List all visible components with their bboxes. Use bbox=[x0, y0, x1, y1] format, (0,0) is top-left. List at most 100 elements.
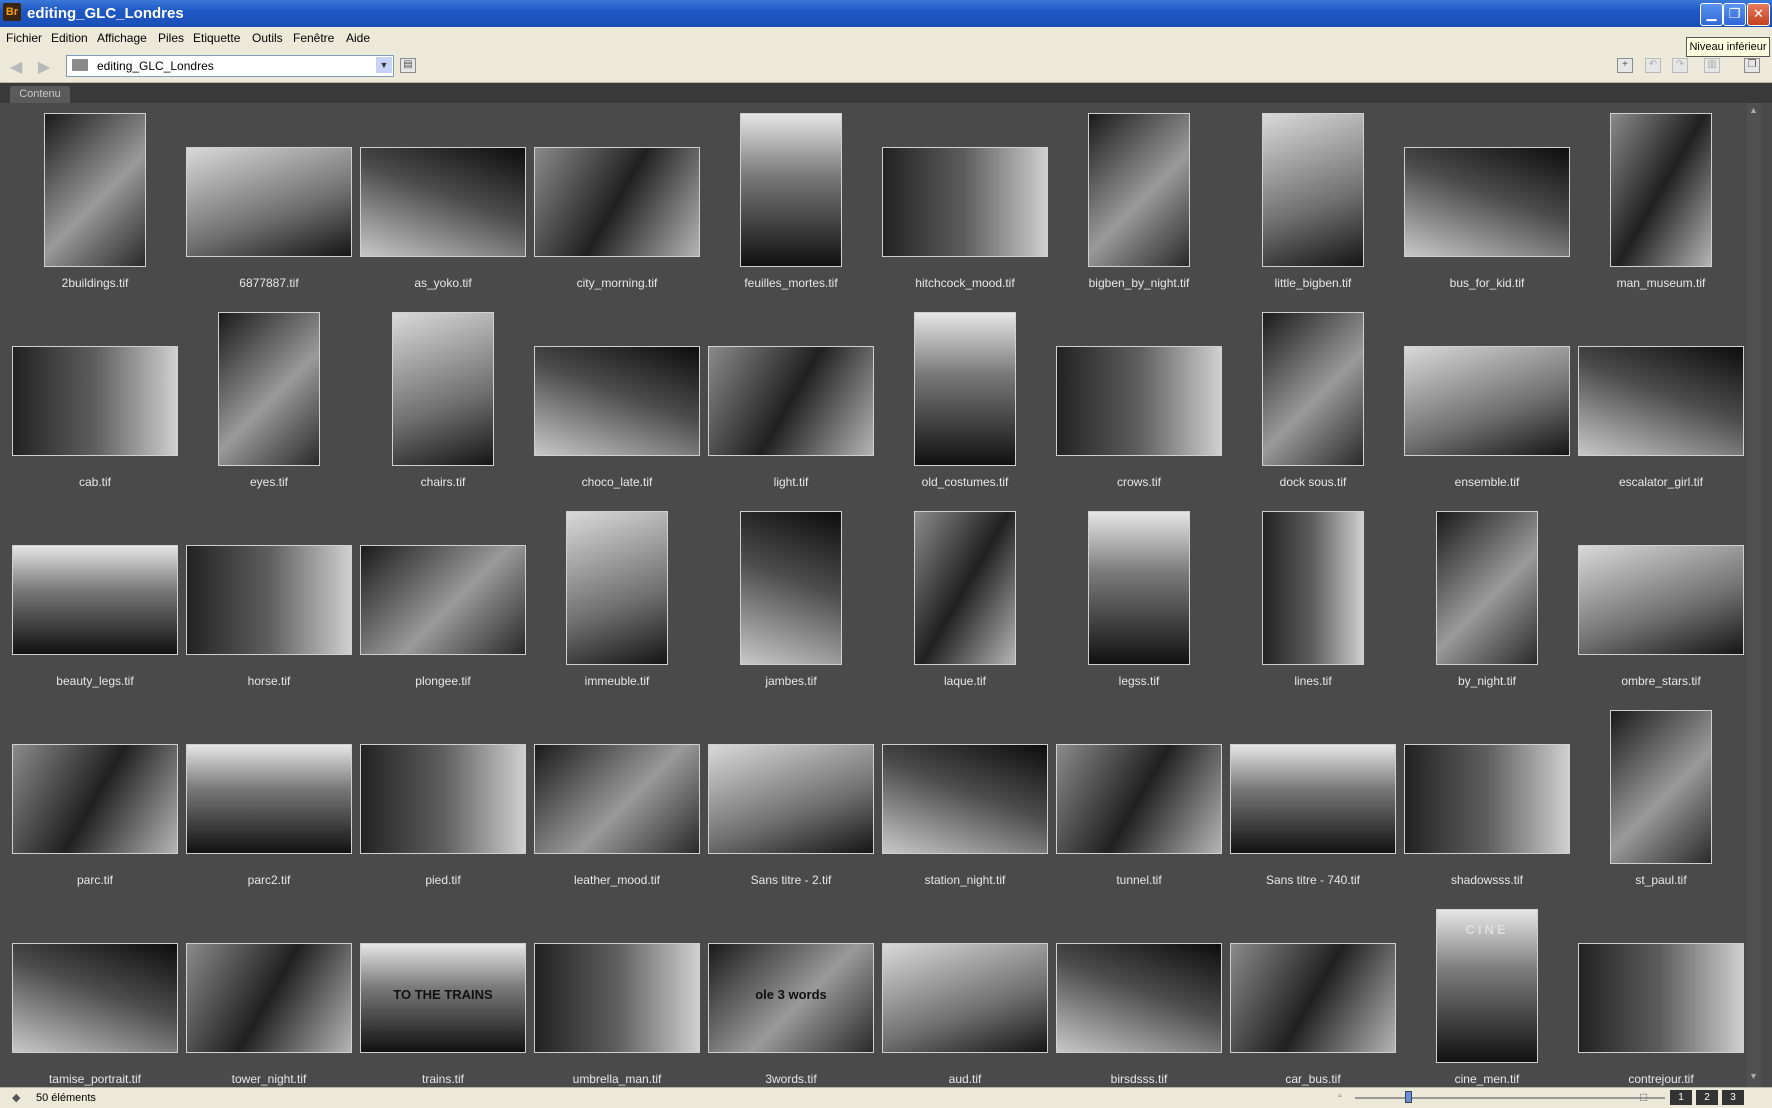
menu-edition[interactable]: Edition bbox=[51, 31, 88, 45]
thumbnail-image[interactable] bbox=[1436, 511, 1538, 665]
thumbnail-image[interactable] bbox=[1578, 545, 1744, 655]
thumbnail-image[interactable] bbox=[882, 147, 1048, 257]
thumbnail-cell[interactable]: car_bus.tif bbox=[1226, 899, 1400, 1099]
thumbnail-image[interactable] bbox=[186, 943, 352, 1053]
menu-fichier[interactable]: Fichier bbox=[6, 31, 42, 45]
thumbnail-image[interactable] bbox=[914, 312, 1016, 466]
path-selector[interactable]: editing_GLC_Londres ▼ bbox=[66, 55, 394, 77]
thumbnail-image[interactable] bbox=[1230, 943, 1396, 1053]
scroll-down-icon[interactable]: ▼ bbox=[1749, 1071, 1758, 1081]
thumbnail-image[interactable] bbox=[1404, 147, 1570, 257]
filter-icon[interactable]: ◆ bbox=[12, 1091, 20, 1104]
thumbnail-cell[interactable]: tower_night.tif bbox=[182, 899, 356, 1099]
thumbnail-cell[interactable]: birsdsss.tif bbox=[1052, 899, 1226, 1099]
view-button-1[interactable]: 1 bbox=[1670, 1090, 1692, 1105]
maximize-button[interactable]: ❐ bbox=[1723, 3, 1746, 26]
thumbnail-cell[interactable]: bigben_by_night.tif bbox=[1052, 103, 1226, 303]
thumbnail-image[interactable] bbox=[882, 943, 1048, 1053]
thumbnail-cell[interactable]: immeuble.tif bbox=[530, 501, 704, 701]
thumbnail-image[interactable] bbox=[566, 511, 668, 665]
thumbnail-cell[interactable]: parc2.tif bbox=[182, 700, 356, 900]
thumbnail-cell[interactable]: tamise_portrait.tif bbox=[8, 899, 182, 1099]
rotate-left-icon[interactable]: ↶ bbox=[1645, 58, 1661, 73]
thumbnail-image[interactable]: ole 3 words bbox=[708, 943, 874, 1053]
view-button-3[interactable]: 3 bbox=[1722, 1090, 1744, 1105]
thumbnail-cell[interactable]: hitchcock_mood.tif bbox=[878, 103, 1052, 303]
view-button-2[interactable]: 2 bbox=[1696, 1090, 1718, 1105]
thumbnail-cell[interactable]: station_night.tif bbox=[878, 700, 1052, 900]
forward-arrow-icon[interactable]: ▶ bbox=[38, 57, 50, 77]
thumbnail-cell[interactable]: parc.tif bbox=[8, 700, 182, 900]
thumbnail-image[interactable] bbox=[1404, 346, 1570, 456]
thumbnail-cell[interactable]: little_bigben.tif bbox=[1226, 103, 1400, 303]
trash-icon[interactable]: ▥ bbox=[1704, 58, 1720, 73]
thumbnail-cell[interactable]: man_museum.tif bbox=[1574, 103, 1748, 303]
thumbnail-cell[interactable]: cab.tif bbox=[8, 302, 182, 502]
thumbnail-image[interactable] bbox=[1262, 113, 1364, 267]
thumbnail-image[interactable] bbox=[12, 346, 178, 456]
thumbnail-cell[interactable]: lines.tif bbox=[1226, 501, 1400, 701]
scroll-up-icon[interactable]: ▲ bbox=[1749, 105, 1758, 115]
menu-aide[interactable]: Aide bbox=[346, 31, 370, 45]
thumbnail-image[interactable] bbox=[1610, 710, 1712, 864]
thumbnail-image[interactable] bbox=[12, 943, 178, 1053]
thumbnail-cell[interactable]: horse.tif bbox=[182, 501, 356, 701]
menu-etiquette[interactable]: Etiquette bbox=[193, 31, 240, 45]
thumbnail-cell[interactable]: ombre_stars.tif bbox=[1574, 501, 1748, 701]
tab-contenu[interactable]: Contenu bbox=[10, 86, 70, 103]
thumbnail-image[interactable] bbox=[1056, 744, 1222, 854]
thumbnail-image[interactable] bbox=[708, 744, 874, 854]
thumbnail-cell[interactable]: chairs.tif bbox=[356, 302, 530, 502]
thumbnail-image[interactable] bbox=[708, 346, 874, 456]
thumbnail-cell[interactable]: tunnel.tif bbox=[1052, 700, 1226, 900]
thumbnail-image[interactable] bbox=[740, 113, 842, 267]
thumbnail-image[interactable] bbox=[1578, 346, 1744, 456]
thumbnail-cell[interactable]: ensemble.tif bbox=[1400, 302, 1574, 502]
thumbnail-image[interactable] bbox=[186, 744, 352, 854]
thumbnail-cell[interactable]: TO THE TRAINS trains.tif bbox=[356, 899, 530, 1099]
thumbnail-image[interactable] bbox=[534, 744, 700, 854]
thumbnail-cell[interactable]: feuilles_mortes.tif bbox=[704, 103, 878, 303]
thumbnail-cell[interactable]: st_paul.tif bbox=[1574, 700, 1748, 900]
thumbnail-image[interactable] bbox=[1056, 943, 1222, 1053]
thumbnail-image[interactable] bbox=[1262, 312, 1364, 466]
thumbnail-image[interactable] bbox=[360, 545, 526, 655]
thumbnail-image[interactable] bbox=[186, 545, 352, 655]
thumbnail-cell[interactable]: old_costumes.tif bbox=[878, 302, 1052, 502]
thumbnail-cell[interactable]: 6877887.tif bbox=[182, 103, 356, 303]
thumbnail-cell[interactable]: leather_mood.tif bbox=[530, 700, 704, 900]
thumbnail-size-slider[interactable] bbox=[1355, 1097, 1665, 1099]
thumbnail-image[interactable] bbox=[534, 346, 700, 456]
thumbnail-cell[interactable]: by_night.tif bbox=[1400, 501, 1574, 701]
thumbnail-image[interactable]: TO THE TRAINS bbox=[360, 943, 526, 1053]
thumbnail-image[interactable] bbox=[360, 744, 526, 854]
menu-outils[interactable]: Outils bbox=[252, 31, 283, 45]
thumbnail-cell[interactable]: as_yoko.tif bbox=[356, 103, 530, 303]
thumbnail-cell[interactable]: choco_late.tif bbox=[530, 302, 704, 502]
reveal-folder-icon[interactable]: ▤ bbox=[400, 58, 416, 73]
compact-mode-icon[interactable]: ❐ bbox=[1744, 58, 1760, 73]
thumbnail-image[interactable] bbox=[534, 147, 700, 257]
vertical-scrollbar[interactable]: ▲ ▼ bbox=[1747, 103, 1761, 1087]
menu-piles[interactable]: Piles bbox=[158, 31, 184, 45]
thumbnail-cell[interactable]: Sans titre - 740.tif bbox=[1226, 700, 1400, 900]
thumbnail-cell[interactable]: shadowsss.tif bbox=[1400, 700, 1574, 900]
thumbnail-image[interactable] bbox=[1230, 744, 1396, 854]
zoom-in-icon[interactable]: □ bbox=[1640, 1090, 1647, 1104]
thumbnail-image[interactable] bbox=[392, 312, 494, 466]
thumbnail-cell[interactable]: umbrella_man.tif bbox=[530, 899, 704, 1099]
thumbnail-cell[interactable]: light.tif bbox=[704, 302, 878, 502]
slider-thumb[interactable] bbox=[1404, 1091, 1412, 1103]
thumbnail-cell[interactable]: laque.tif bbox=[878, 501, 1052, 701]
thumbnail-cell[interactable]: aud.tif bbox=[878, 899, 1052, 1099]
close-button[interactable]: ✕ bbox=[1747, 3, 1770, 26]
thumbnail-image[interactable] bbox=[1088, 511, 1190, 665]
thumbnail-image[interactable] bbox=[1056, 346, 1222, 456]
thumbnail-image[interactable] bbox=[12, 545, 178, 655]
thumbnail-image[interactable] bbox=[1088, 113, 1190, 267]
thumbnail-cell[interactable]: 2buildings.tif bbox=[8, 103, 182, 303]
thumbnail-cell[interactable]: escalator_girl.tif bbox=[1574, 302, 1748, 502]
thumbnail-cell[interactable]: city_morning.tif bbox=[530, 103, 704, 303]
thumbnail-cell[interactable]: jambes.tif bbox=[704, 501, 878, 701]
thumbnail-image[interactable] bbox=[1610, 113, 1712, 267]
